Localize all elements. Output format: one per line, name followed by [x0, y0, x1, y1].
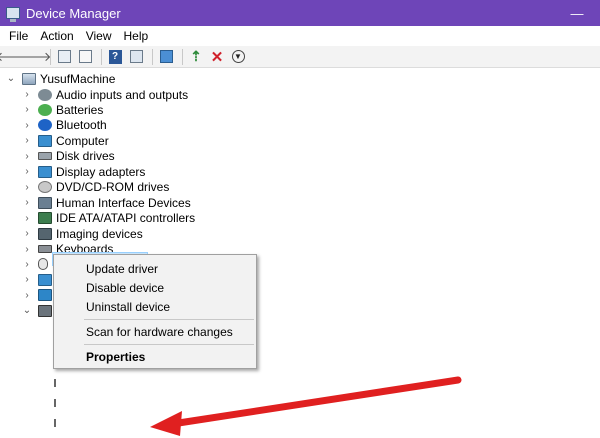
arrow-shaft [168, 376, 462, 428]
annotation-arrow [150, 376, 462, 436]
arrow-head [150, 411, 182, 436]
